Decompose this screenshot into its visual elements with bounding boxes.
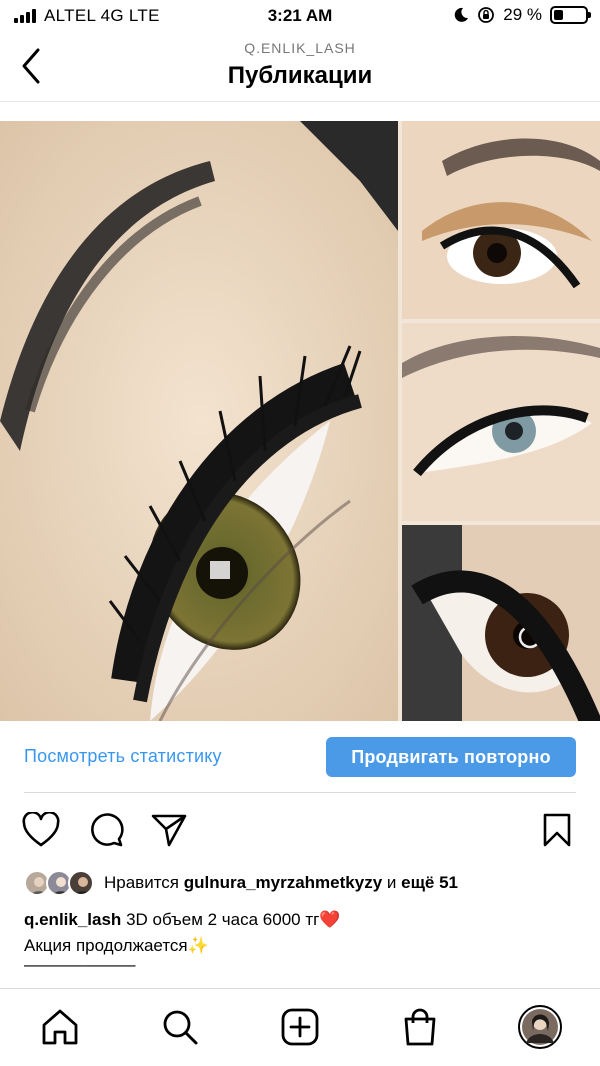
status-bar: ALTEL 4G LTE 3:21 AM 29 % [0, 0, 600, 34]
moon-icon [454, 7, 469, 22]
profile-avatar[interactable] [518, 1005, 562, 1049]
avatar [68, 870, 94, 896]
header-username: Q.ENLIK_LASH [244, 40, 356, 56]
view-insights-link[interactable]: Посмотреть статистику [24, 746, 222, 767]
send-icon[interactable] [150, 812, 188, 848]
home-icon[interactable] [40, 1007, 80, 1047]
heart-icon[interactable] [22, 812, 60, 848]
eye-photo-top [402, 121, 600, 319]
divider [24, 792, 576, 793]
battery-percent: 29 % [503, 5, 542, 24]
battery-icon [550, 6, 591, 24]
caption-separator: ———–——— [24, 955, 136, 974]
post-image[interactable] [0, 121, 600, 721]
post-caption: q.enlik_lash 3D объем 2 часа 6000 тг❤️ А… [24, 907, 576, 959]
bottom-tab-bar [0, 988, 600, 1066]
caption-author[interactable]: q.enlik_lash [24, 910, 121, 929]
eye-photo-middle [402, 323, 600, 521]
page-title: Публикации [227, 62, 373, 89]
search-icon[interactable] [160, 1007, 200, 1047]
liker-username[interactable]: gulnura_myrzahmetkyzy [184, 873, 382, 892]
eye-photo-bottom [402, 525, 600, 721]
avatar [522, 1009, 558, 1045]
promote-again-button[interactable]: Продвигать повторно [326, 737, 576, 777]
liker-avatars[interactable] [24, 870, 94, 898]
likes-and: и [386, 873, 397, 892]
page-header: Q.ENLIK_LASH Публикации [0, 34, 600, 102]
likes-summary[interactable]: Нравится gulnura_myrzahmetkyzy и ещё 51 [104, 873, 458, 893]
shopping-bag-icon[interactable] [400, 1007, 440, 1047]
comment-icon[interactable] [88, 812, 124, 848]
bookmark-icon[interactable] [541, 812, 573, 848]
caption-text: 3D объем 2 часа 6000 тг❤️ [126, 910, 341, 929]
main-eye-photo [0, 121, 398, 721]
likes-prefix: Нравится [104, 873, 180, 892]
likes-others[interactable]: ещё 51 [401, 873, 458, 892]
orientation-lock-icon [478, 7, 495, 23]
plus-square-icon[interactable] [280, 1007, 320, 1047]
